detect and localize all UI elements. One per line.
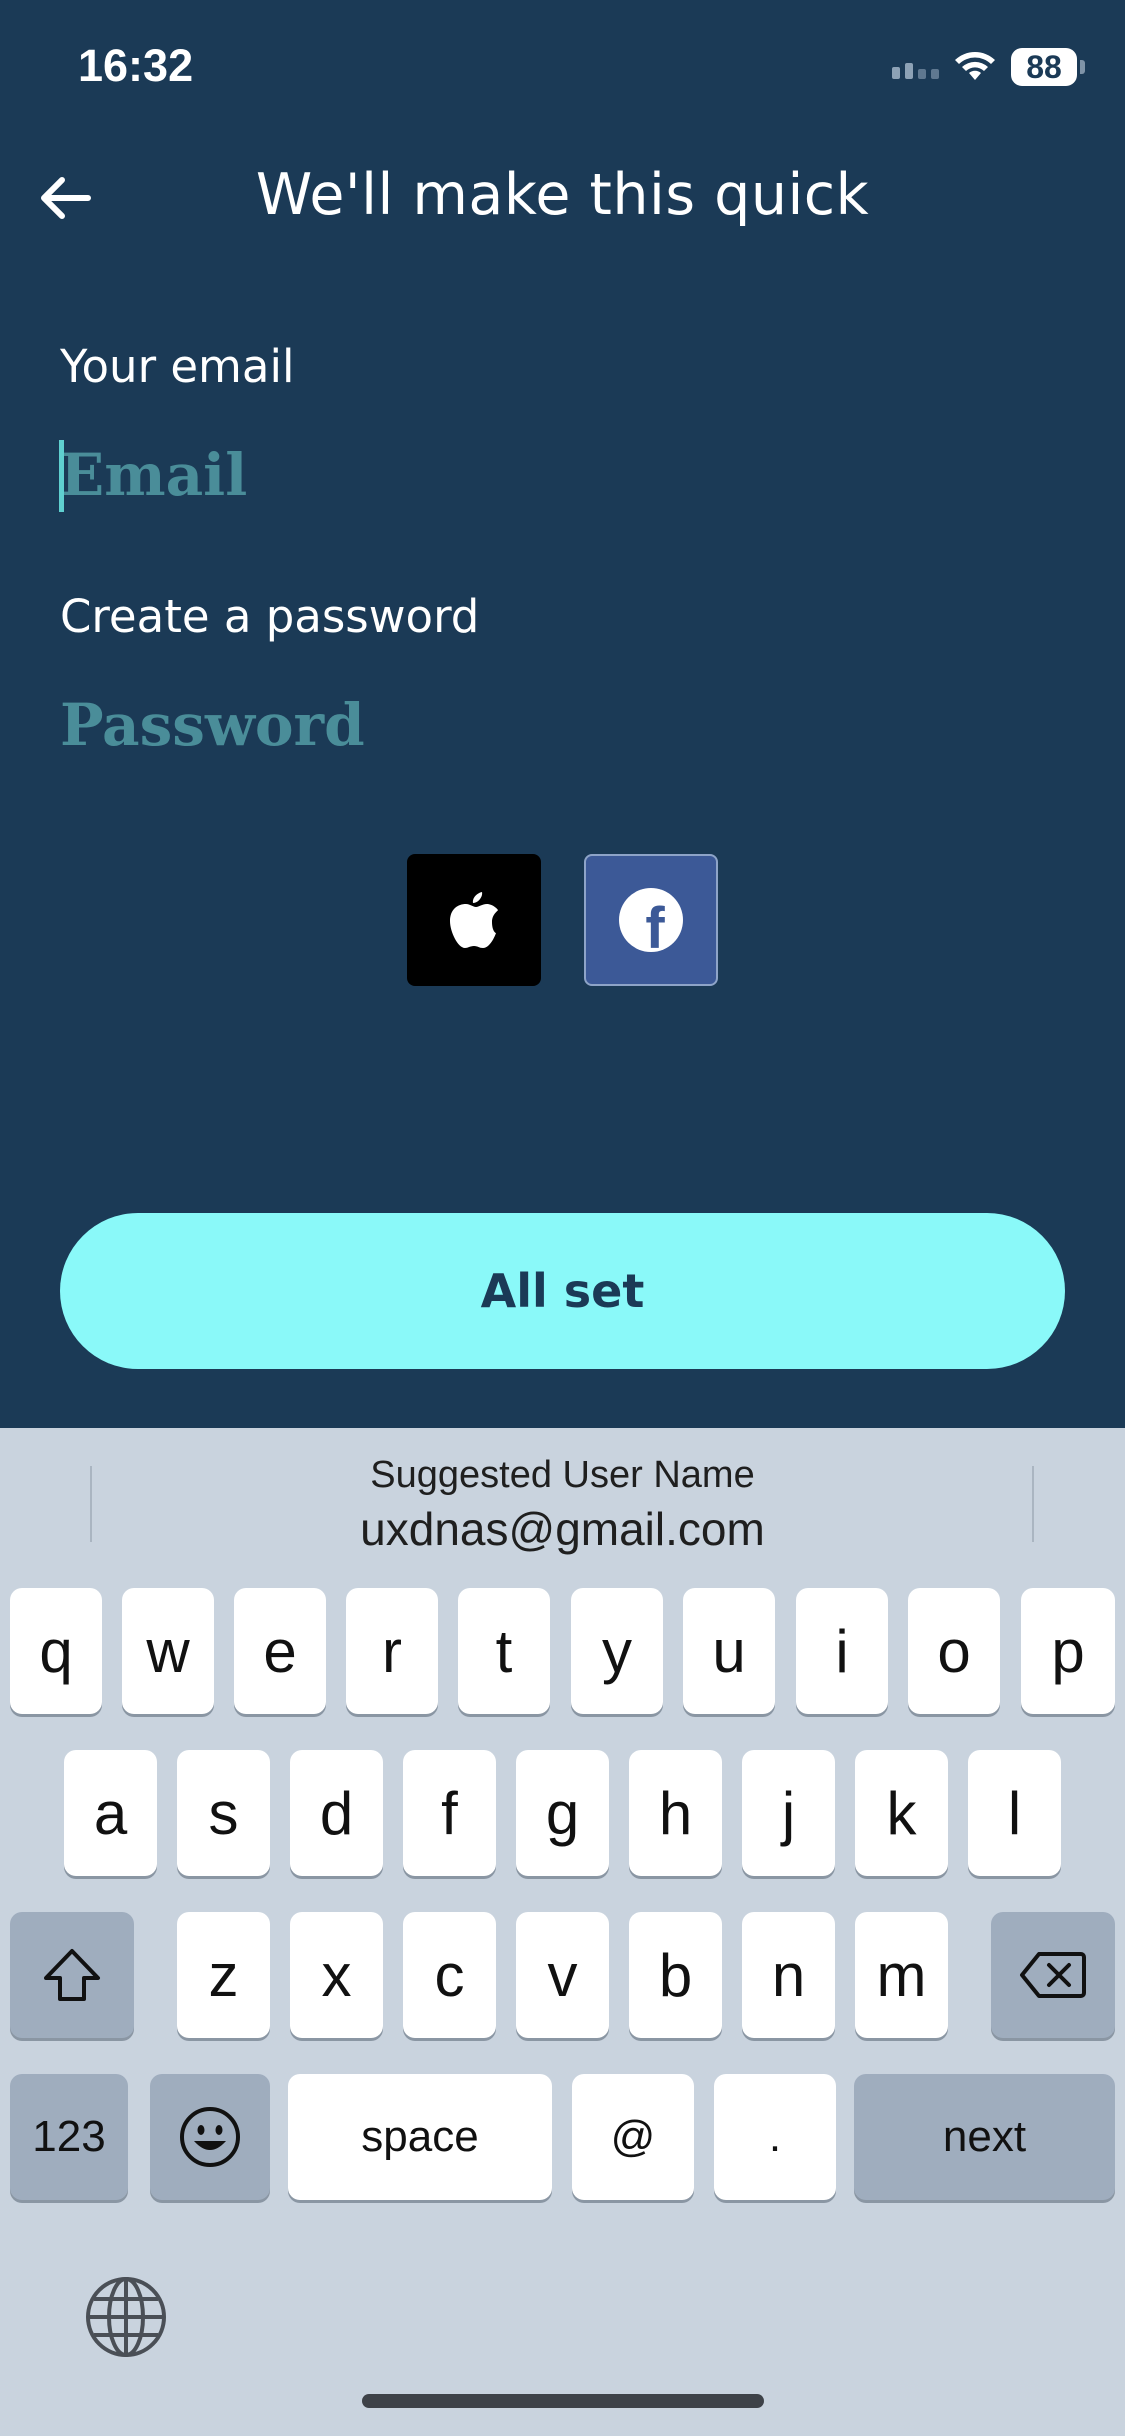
status-time: 16:32	[78, 40, 194, 91]
text-cursor	[59, 440, 64, 512]
numbers-key[interactable]: 123	[10, 2074, 128, 2200]
space-key[interactable]: space	[288, 2074, 552, 2200]
key-y[interactable]: y	[571, 1588, 663, 1714]
period-key[interactable]: .	[714, 2074, 836, 2200]
password-label: Create a password	[60, 590, 480, 643]
backspace-icon	[1020, 1952, 1086, 1998]
key-f[interactable]: f	[403, 1750, 496, 1876]
apple-icon	[450, 892, 498, 948]
key-a[interactable]: a	[64, 1750, 157, 1876]
delete-key[interactable]	[991, 1912, 1115, 2038]
key-p[interactable]: p	[1021, 1588, 1115, 1714]
key-w[interactable]: w	[122, 1588, 214, 1714]
key-j[interactable]: j	[742, 1750, 835, 1876]
password-field[interactable]	[60, 680, 1060, 770]
at-key[interactable]: @	[572, 2074, 694, 2200]
emoji-key[interactable]	[150, 2074, 270, 2200]
key-i[interactable]: i	[796, 1588, 888, 1714]
key-r[interactable]: r	[346, 1588, 438, 1714]
battery-level: 88	[1011, 48, 1077, 86]
key-d[interactable]: d	[290, 1750, 383, 1876]
email-label: Your email	[60, 340, 295, 393]
key-u[interactable]: u	[683, 1588, 775, 1714]
home-indicator	[362, 2394, 764, 2408]
sign-up-screen: 16:32 88 We'll make this quick Your emai…	[0, 0, 1125, 2436]
key-e[interactable]: e	[234, 1588, 326, 1714]
next-key[interactable]: next	[854, 2074, 1115, 2200]
shift-icon	[44, 1949, 100, 2001]
key-t[interactable]: t	[458, 1588, 550, 1714]
suggested-user-name[interactable]: uxdnas@gmail.com	[0, 1502, 1125, 1556]
key-m[interactable]: m	[855, 1912, 948, 2038]
suggestion-title[interactable]: Suggested User Name	[0, 1454, 1125, 1497]
status-icons: 88	[892, 48, 1085, 86]
page-title: We'll make this quick	[255, 162, 870, 228]
key-s[interactable]: s	[177, 1750, 270, 1876]
key-n[interactable]: n	[742, 1912, 835, 2038]
sign-in-with-facebook-button[interactable]: f	[584, 854, 718, 986]
email-field[interactable]	[60, 430, 1060, 520]
key-z[interactable]: z	[177, 1912, 270, 2038]
cellular-signal-icon	[892, 55, 939, 79]
wifi-icon	[955, 52, 995, 80]
sign-in-with-apple-button[interactable]	[407, 854, 541, 986]
key-o[interactable]: o	[908, 1588, 1000, 1714]
key-v[interactable]: v	[516, 1912, 609, 2038]
all-set-button[interactable]: All set	[60, 1213, 1065, 1369]
key-g[interactable]: g	[516, 1750, 609, 1876]
key-k[interactable]: k	[855, 1750, 948, 1876]
shift-key[interactable]	[10, 1912, 134, 2038]
facebook-icon: f	[619, 888, 683, 952]
key-q[interactable]: q	[10, 1588, 102, 1714]
key-l[interactable]: l	[968, 1750, 1061, 1876]
key-x[interactable]: x	[290, 1912, 383, 2038]
key-b[interactable]: b	[629, 1912, 722, 2038]
globe-icon[interactable]	[84, 2275, 168, 2359]
battery-icon: 88	[1011, 48, 1085, 86]
key-c[interactable]: c	[403, 1912, 496, 2038]
emoji-icon	[180, 2107, 240, 2167]
key-h[interactable]: h	[629, 1750, 722, 1876]
